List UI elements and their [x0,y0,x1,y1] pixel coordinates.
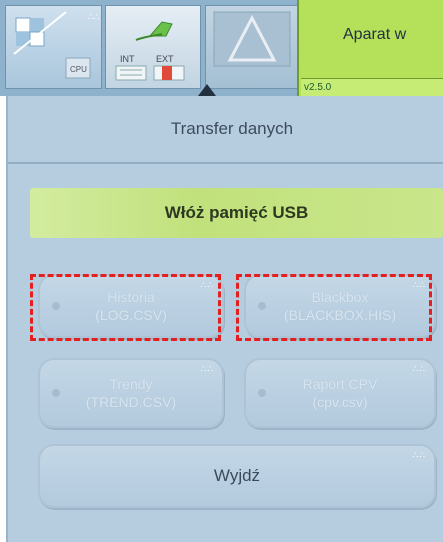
trends-label: Trendy [109,376,153,392]
exit-button[interactable]: ∴∴ Wyjdź [38,444,436,508]
cpv-label: Raport CPV [302,376,378,392]
trends-export-button[interactable]: ∴∴ Trendy (TREND.CSV) [38,358,224,428]
exit-label: Wyjdź [213,466,261,485]
ext-label: EXT [156,54,174,64]
history-label: Historia [107,289,155,305]
title-divider [8,162,443,164]
usb-prompt-banner: Włóż pamięć USB [30,188,443,238]
status-tile: Aparat w v2.5.0 [297,0,443,96]
trends-filename: (TREND.CSV) [85,394,177,410]
tab-notch-icon [198,84,216,96]
overview-icon: CPU ∴∴ [13,11,100,79]
top-bar: CPU ∴∴ INT EXT Aparat w v2.5.0 [0,0,443,96]
history-export-button[interactable]: ∴∴ Historia (LOG.CSV) [38,274,224,338]
alarm-tile[interactable] [205,5,298,89]
version-label: v2.5.0 [301,78,443,96]
warning-triangle-icon [213,11,291,67]
svg-text:∴∴: ∴∴ [88,12,100,22]
panel-title: Transfer danych [170,119,294,138]
cpu-label: CPU [70,65,87,74]
io-plug-icon: INT EXT [115,21,185,81]
blackbox-label: Blackbox [311,289,369,305]
cpv-report-button[interactable]: ∴∴ Raport CPV (cpv.csv) [244,358,436,428]
system-overview-tile[interactable]: CPU ∴∴ [5,5,102,89]
usb-prompt-text: Włóż pamięć USB [164,203,309,222]
data-transfer-panel: Transfer danych Włóż pamięć USB ∴∴ Histo… [6,96,443,542]
int-label: INT [120,54,135,64]
history-filename: (LOG.CSV) [95,307,167,323]
io-status-tile[interactable]: INT EXT [105,5,201,89]
cpv-filename: (cpv.csv) [312,394,368,410]
blackbox-filename: (BLACKBOX.HIS) [283,307,397,323]
status-title: Aparat w [343,26,407,43]
blackbox-export-button[interactable]: ∴∴ Blackbox (BLACKBOX.HIS) [244,274,436,338]
